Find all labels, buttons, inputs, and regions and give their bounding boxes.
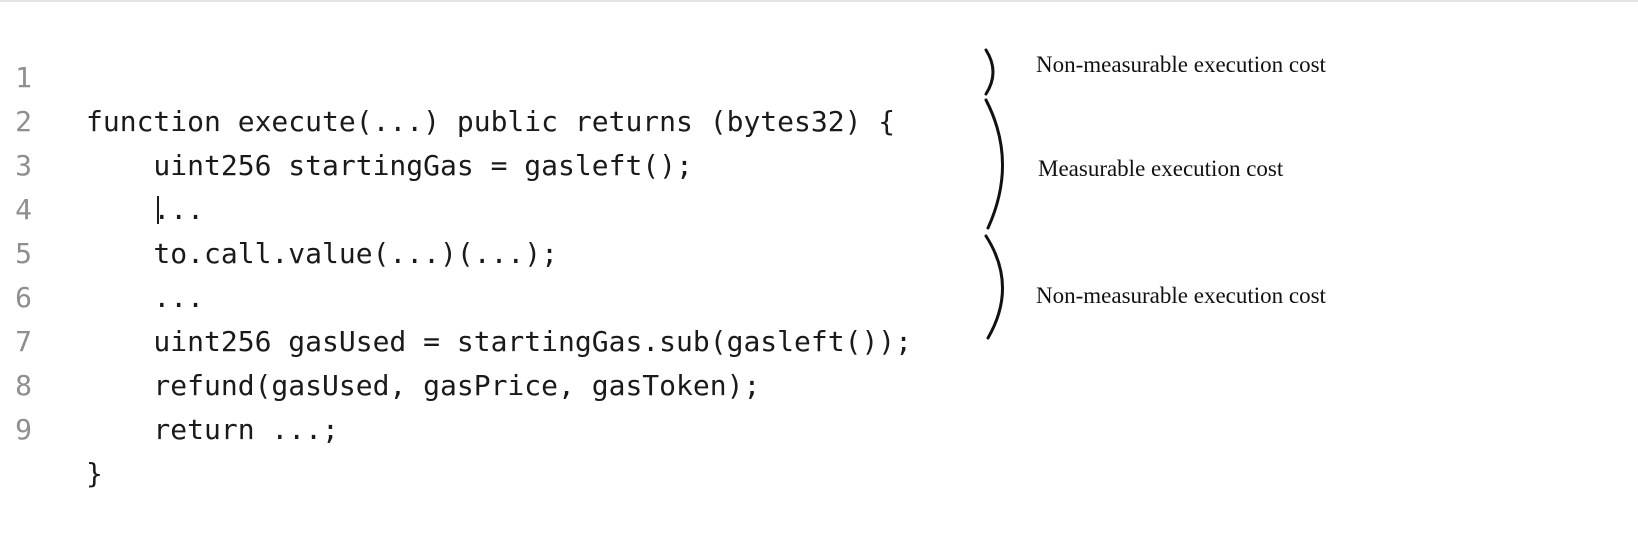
code-line-3: 3 ... [0,100,1000,226]
annotation-measurable: Measurable execution cost [1038,156,1284,181]
text-caret [157,196,159,224]
code-block: 1 function execute(...) public returns (… [0,12,1000,490]
code-line-4: 4 to.call.value(...)(...); [0,144,1000,270]
annotation-non-measurable-top: Non-measurable execution cost [1036,52,1326,77]
code-line-5: 5 ... [0,188,1000,314]
code-line-6: 6 uint256 gasUsed = startingGas.sub(gasl… [0,232,1000,358]
code-line-2: 2 uint256 startingGas = gasleft(); [0,56,1000,182]
annotation-non-measurable-bottom: Non-measurable execution cost [1036,283,1326,308]
top-divider [0,0,1638,2]
line-code: return ...; [86,413,339,446]
line-code: } [86,457,103,490]
line-number: 9 [15,413,32,446]
code-line-9: 9 } [0,364,1000,490]
code-line-7: 7 refund(gasUsed, gasPrice, gasToken); [0,276,1000,402]
code-line-1: 1 function execute(...) public returns (… [0,12,1000,138]
code-line-8: 8 return ...; [0,320,1000,446]
